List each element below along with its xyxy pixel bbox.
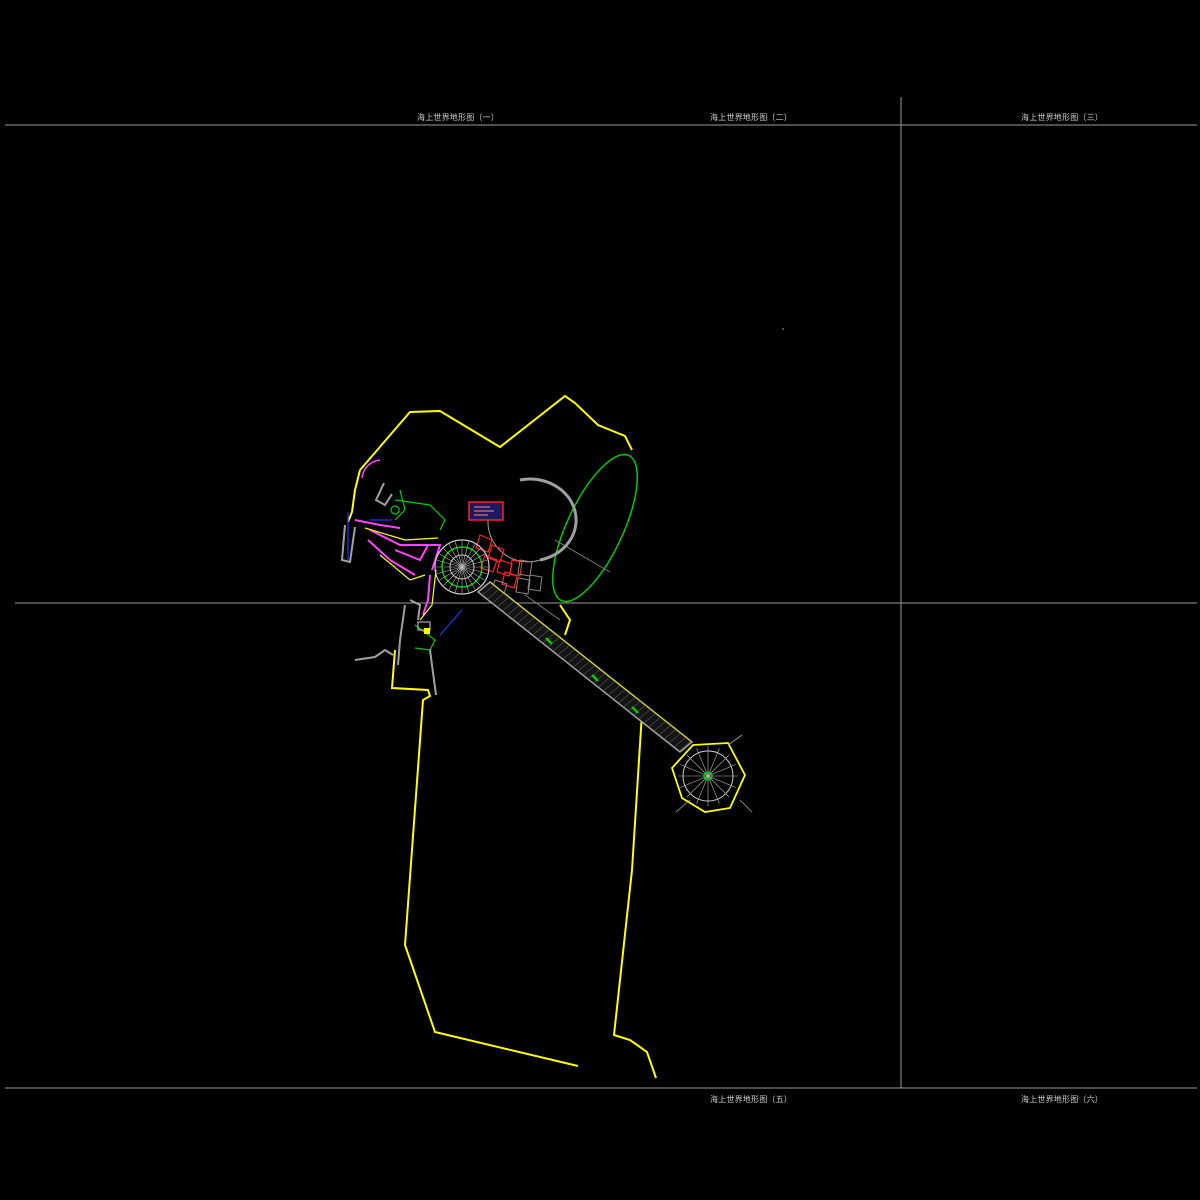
tree: [390, 505, 400, 515]
boardwalk: [476, 581, 694, 753]
boardwalk-deck: [476, 581, 694, 753]
boundary-north: [359, 394, 633, 471]
parking-arc: [361, 459, 381, 479]
blue-line: [439, 609, 463, 636]
site-boundary: [347, 394, 657, 1079]
octagon-axis: [739, 799, 753, 813]
road-segment: [429, 649, 437, 696]
parking-yellow-marks: [364, 527, 439, 621]
parking-row: [369, 529, 442, 571]
landscape-edge: [394, 499, 446, 531]
road-segment: [397, 604, 406, 666]
road-segment: [354, 648, 394, 661]
sheet-label-2: 海上世界地形图（二）: [710, 113, 792, 122]
cad-drawing-canvas: [5, 97, 1197, 1089]
round-plaza-spokes: [436, 541, 488, 593]
road-markings: [340, 482, 437, 696]
sheet-label-6: 海上世界地形图（六）: [1021, 1095, 1103, 1104]
legend-box: [468, 501, 504, 521]
yellow-marker: [424, 628, 430, 634]
octagon-axis: [727, 734, 743, 746]
landscape-edge: [394, 489, 406, 521]
boundary-pier-link: [559, 604, 572, 636]
octagon-axis: [675, 799, 691, 813]
boardwalk-edge-yellow: [489, 581, 693, 743]
road-segment: [374, 482, 393, 507]
octagon-spokes: [678, 746, 738, 806]
boundary-west-pier: [390, 649, 579, 1067]
sheet-grid: [5, 97, 1197, 1089]
parking-row: [354, 519, 401, 529]
boundary-east-pier: [612, 712, 657, 1079]
round-plaza: [434, 539, 490, 595]
blue-lines: [347, 512, 463, 636]
paving-cell: [515, 577, 531, 595]
parking-row: [394, 544, 429, 562]
sheet-label-1: 海上世界地形图（一）: [417, 113, 499, 122]
paving-cell: [509, 559, 523, 577]
plaza-inner-arc: [487, 519, 541, 563]
ship-outline: [551, 453, 639, 603]
ship-axis: [554, 539, 611, 573]
paving-cell: [475, 534, 493, 553]
paving-cell: [527, 574, 543, 592]
sheet-label-3: 海上世界地形图（三）: [1021, 113, 1103, 122]
sheet-label-5: 海上世界地形图（五）: [710, 1095, 792, 1104]
boundary-west-edge: [347, 469, 361, 523]
point-marker: [782, 328, 784, 330]
